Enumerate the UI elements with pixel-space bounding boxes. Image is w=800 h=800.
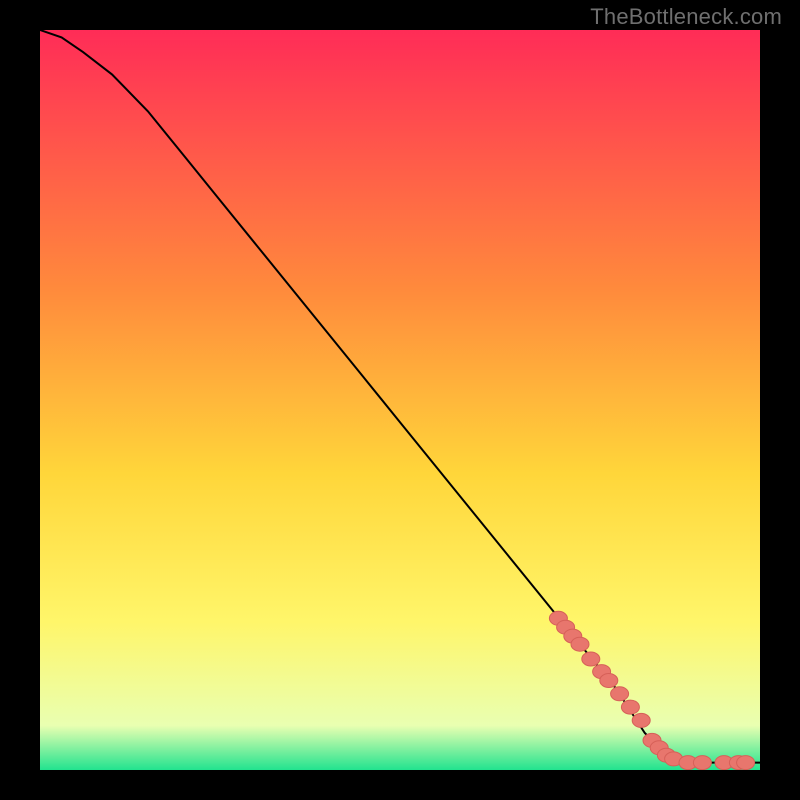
plot-area	[40, 30, 760, 770]
marker-dot	[621, 700, 639, 714]
marker-dot	[600, 674, 618, 688]
gradient-background	[40, 30, 760, 770]
marker-dot	[611, 687, 629, 701]
marker-dot	[632, 713, 650, 727]
chart-svg	[40, 30, 760, 770]
marker-dot	[571, 637, 589, 651]
marker-dot	[693, 756, 711, 770]
marker-dot	[582, 652, 600, 666]
watermark-text: TheBottleneck.com	[590, 4, 782, 30]
marker-dot	[737, 756, 755, 770]
chart-stage: TheBottleneck.com	[0, 0, 800, 800]
